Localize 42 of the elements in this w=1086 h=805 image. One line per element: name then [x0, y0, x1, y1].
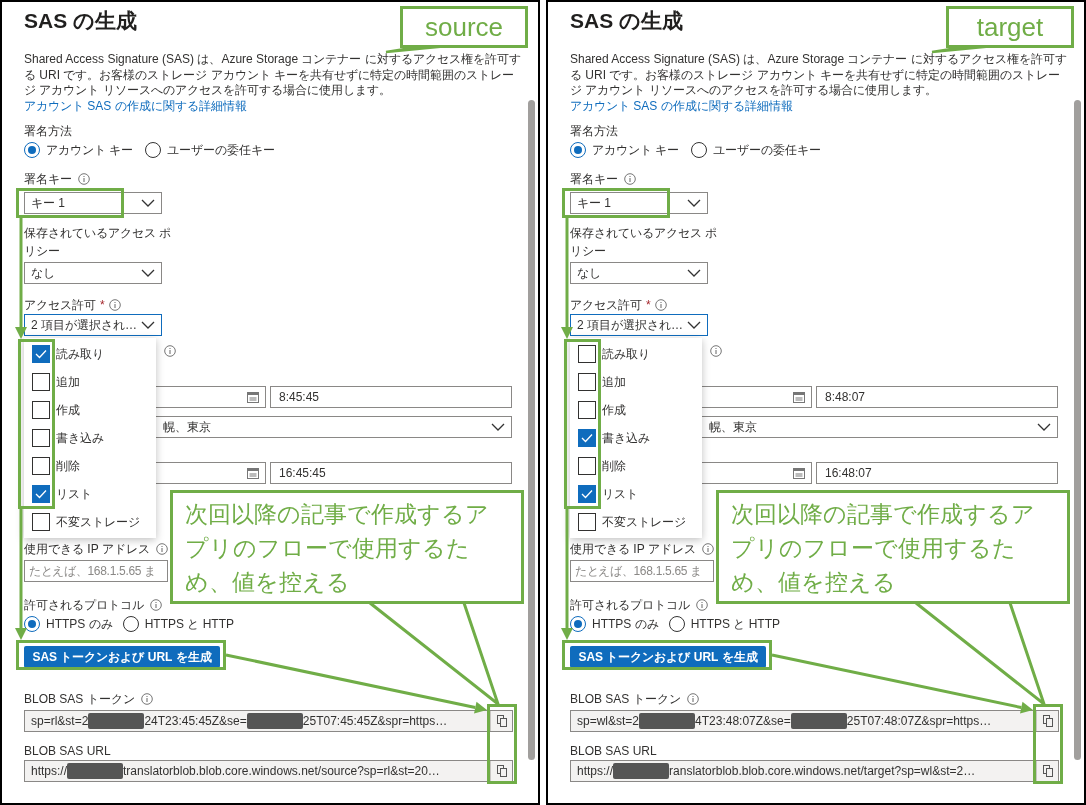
radio-label: HTTPS と HTTP	[144, 616, 234, 633]
radio-label: HTTPS と HTTP	[690, 616, 780, 633]
radio-label: アカウント キー	[592, 142, 680, 159]
required-mark: *	[100, 297, 105, 314]
field-label: アクセス許可	[570, 297, 642, 314]
field-label: 保存されているアクセス ポリシー	[24, 226, 172, 258]
field-label: 保存されているアクセス ポリシー	[570, 226, 718, 258]
radio-label: HTTPS のみ	[592, 616, 659, 633]
field-label: 使用できる IP アドレス	[24, 541, 150, 558]
field-text: https://	[577, 763, 614, 780]
field-label: BLOB SAS URL	[570, 743, 657, 760]
panel-title: SAS の生成	[24, 8, 138, 34]
field-label: 署名方法	[24, 123, 72, 140]
description: Shared Access Signature (SAS) は、Azure Storage コンテナー に対するアクセス権を許可する URI です。お客様のストレージ アカウント キーを共有せずに特定の時間範囲のストレージ アカウント リソースへのアクセスを許可する場合に使用します。 アカウント SAS の作成に関する詳細情報	[24, 52, 522, 114]
field-text: sp=rl&st=2	[31, 713, 89, 730]
field-label: アクセス許可	[24, 297, 96, 314]
required-mark: *	[646, 297, 651, 314]
radio-label: ユーザーの委任キー	[167, 142, 276, 159]
field-label: BLOB SAS トークン	[24, 691, 135, 708]
radio-label: ユーザーの委任キー	[713, 142, 822, 159]
field-text: sp=wl&st=2	[577, 713, 640, 730]
callout: 次回以降の記事で作成するアプリのフローで使用するため、値を控える	[716, 490, 1070, 604]
field-text: https://	[31, 763, 68, 780]
field-label: 署名キー	[24, 171, 72, 188]
radio-label: HTTPS のみ	[46, 616, 113, 633]
radio-label: アカウント キー	[46, 142, 134, 159]
field-text: ranslatorblob.blob.core.windows.net/target?sp=wl&st=2…	[669, 763, 976, 780]
field-label: BLOB SAS URL	[24, 743, 111, 760]
field-text: 24T23:45:45Z&se=	[144, 713, 247, 730]
field-label: 許可されるプロトコル	[24, 597, 144, 614]
field-text: 25T07:48:07Z&spr=https…	[846, 713, 992, 730]
field-label: 許可されるプロトコル	[570, 597, 690, 614]
field-label: 署名方法	[570, 123, 618, 140]
field-label: BLOB SAS トークン	[570, 691, 681, 708]
description: Shared Access Signature (SAS) は、Azure Storage コンテナー に対するアクセス権を許可する URI です。お客様のストレージ アカウント キーを共有せずに特定の時間範囲のストレージ アカウント リソースへのアクセスを許可する場合に使用します。 アカウント SAS の作成に関する詳細情報	[570, 52, 1068, 114]
callout: 次回以降の記事で作成するアプリのフローで使用するため、値を控える	[170, 490, 524, 604]
panel-title: SAS の生成	[570, 8, 684, 34]
field-text: 25T07:45:45Z&spr=https…	[302, 713, 448, 730]
field-text: 4T23:48:07Z&se=	[695, 713, 791, 730]
field-label: 署名キー	[570, 171, 618, 188]
field-label: 使用できる IP アドレス	[570, 541, 696, 558]
field-text: translatorblob.blob.core.windows.net/source?sp=rl&st=20…	[123, 763, 440, 780]
